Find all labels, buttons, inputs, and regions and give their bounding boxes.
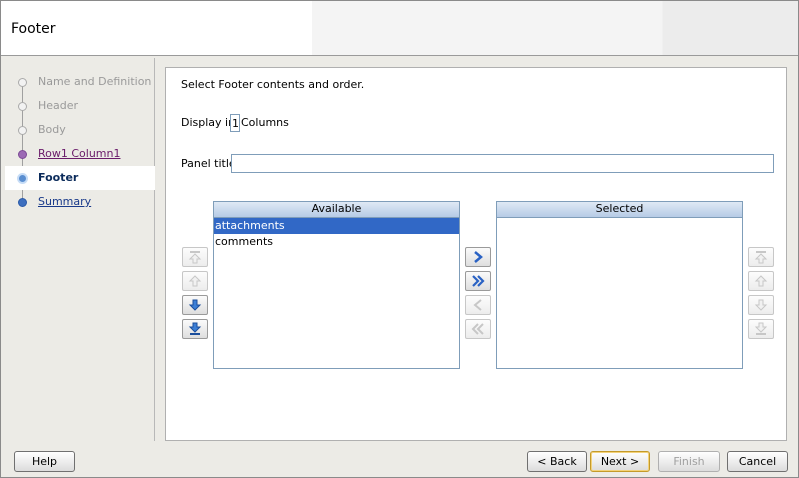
chevron-left-icon xyxy=(473,299,482,311)
move-all-right-button[interactable] xyxy=(465,271,491,291)
move-bottom-icon xyxy=(188,322,202,335)
step-row1-column1[interactable]: Row1 Column1 xyxy=(5,142,155,166)
step-current-bullet-icon xyxy=(17,173,28,184)
arrow-down-icon xyxy=(754,299,768,311)
columns-count-field[interactable]: 1 xyxy=(230,114,240,132)
selected-move-down-button[interactable] xyxy=(748,295,774,315)
help-button[interactable]: Help xyxy=(14,451,75,472)
move-to-top-button[interactable] xyxy=(182,247,208,267)
chevron-right-icon xyxy=(474,251,483,263)
next-button[interactable]: Next > xyxy=(590,451,650,472)
selected-move-to-top-button[interactable] xyxy=(748,247,774,267)
step-bullet-icon xyxy=(18,126,27,135)
step-bullet-icon xyxy=(18,150,27,159)
wizard-header: Footer xyxy=(1,1,798,56)
finish-button[interactable]: Finish xyxy=(658,451,720,472)
double-chevron-left-icon xyxy=(471,323,484,335)
step-bullet-icon xyxy=(18,102,27,111)
available-list[interactable]: attachments comments xyxy=(213,217,460,369)
step-body: Body xyxy=(5,118,155,142)
move-down-button[interactable] xyxy=(182,295,208,315)
arrow-down-icon xyxy=(188,299,202,311)
move-selected-left-button[interactable] xyxy=(465,295,491,315)
selected-move-to-bottom-button[interactable] xyxy=(748,319,774,339)
step-content-panel: Select Footer contents and order. Displa… xyxy=(165,67,787,441)
page-title: Footer xyxy=(11,21,56,37)
list-item-comments[interactable]: comments xyxy=(214,234,459,250)
step-header: Header xyxy=(5,94,155,118)
selected-move-up-button[interactable] xyxy=(748,271,774,291)
available-list-header: Available xyxy=(213,201,460,217)
step-label: Header xyxy=(38,99,79,112)
display-in-label: Display in xyxy=(181,116,236,129)
step-name-and-definition: Name and Definition xyxy=(5,70,155,94)
step-label[interactable]: Row1 Column1 xyxy=(38,147,121,160)
back-button[interactable]: < Back xyxy=(527,451,587,472)
step-label[interactable]: Summary xyxy=(38,195,91,208)
columns-label: Columns xyxy=(241,116,289,129)
move-top-icon xyxy=(754,251,768,264)
move-top-icon xyxy=(188,251,202,264)
selected-list-header: Selected xyxy=(496,201,743,217)
move-up-button[interactable] xyxy=(182,271,208,291)
wizard-step-navigation: Name and Definition Header Body Row1 Col… xyxy=(5,58,155,441)
step-summary[interactable]: Summary xyxy=(5,190,155,214)
move-all-left-button[interactable] xyxy=(465,319,491,339)
step-footer-current: Footer xyxy=(5,166,155,190)
wizard-dialog: Footer Name and Definition Header Body R… xyxy=(0,0,799,478)
step-label: Name and Definition xyxy=(38,75,152,88)
step-bullet-icon xyxy=(18,198,27,207)
step-bullet-icon xyxy=(18,78,27,87)
move-selected-right-button[interactable] xyxy=(465,247,491,267)
panel-title-label: Panel title xyxy=(181,157,236,170)
arrow-up-icon xyxy=(754,275,768,287)
step-label: Footer xyxy=(38,171,79,184)
double-chevron-right-icon xyxy=(472,275,485,287)
selected-list[interactable] xyxy=(496,217,743,369)
move-to-bottom-button[interactable] xyxy=(182,319,208,339)
step-label: Body xyxy=(38,123,66,136)
arrow-up-icon xyxy=(188,275,202,287)
list-item-attachments[interactable]: attachments xyxy=(214,218,459,234)
move-bottom-icon xyxy=(754,322,768,335)
cancel-button[interactable]: Cancel xyxy=(727,451,788,472)
panel-title-input[interactable] xyxy=(231,154,774,173)
instruction-text: Select Footer contents and order. xyxy=(181,78,365,91)
